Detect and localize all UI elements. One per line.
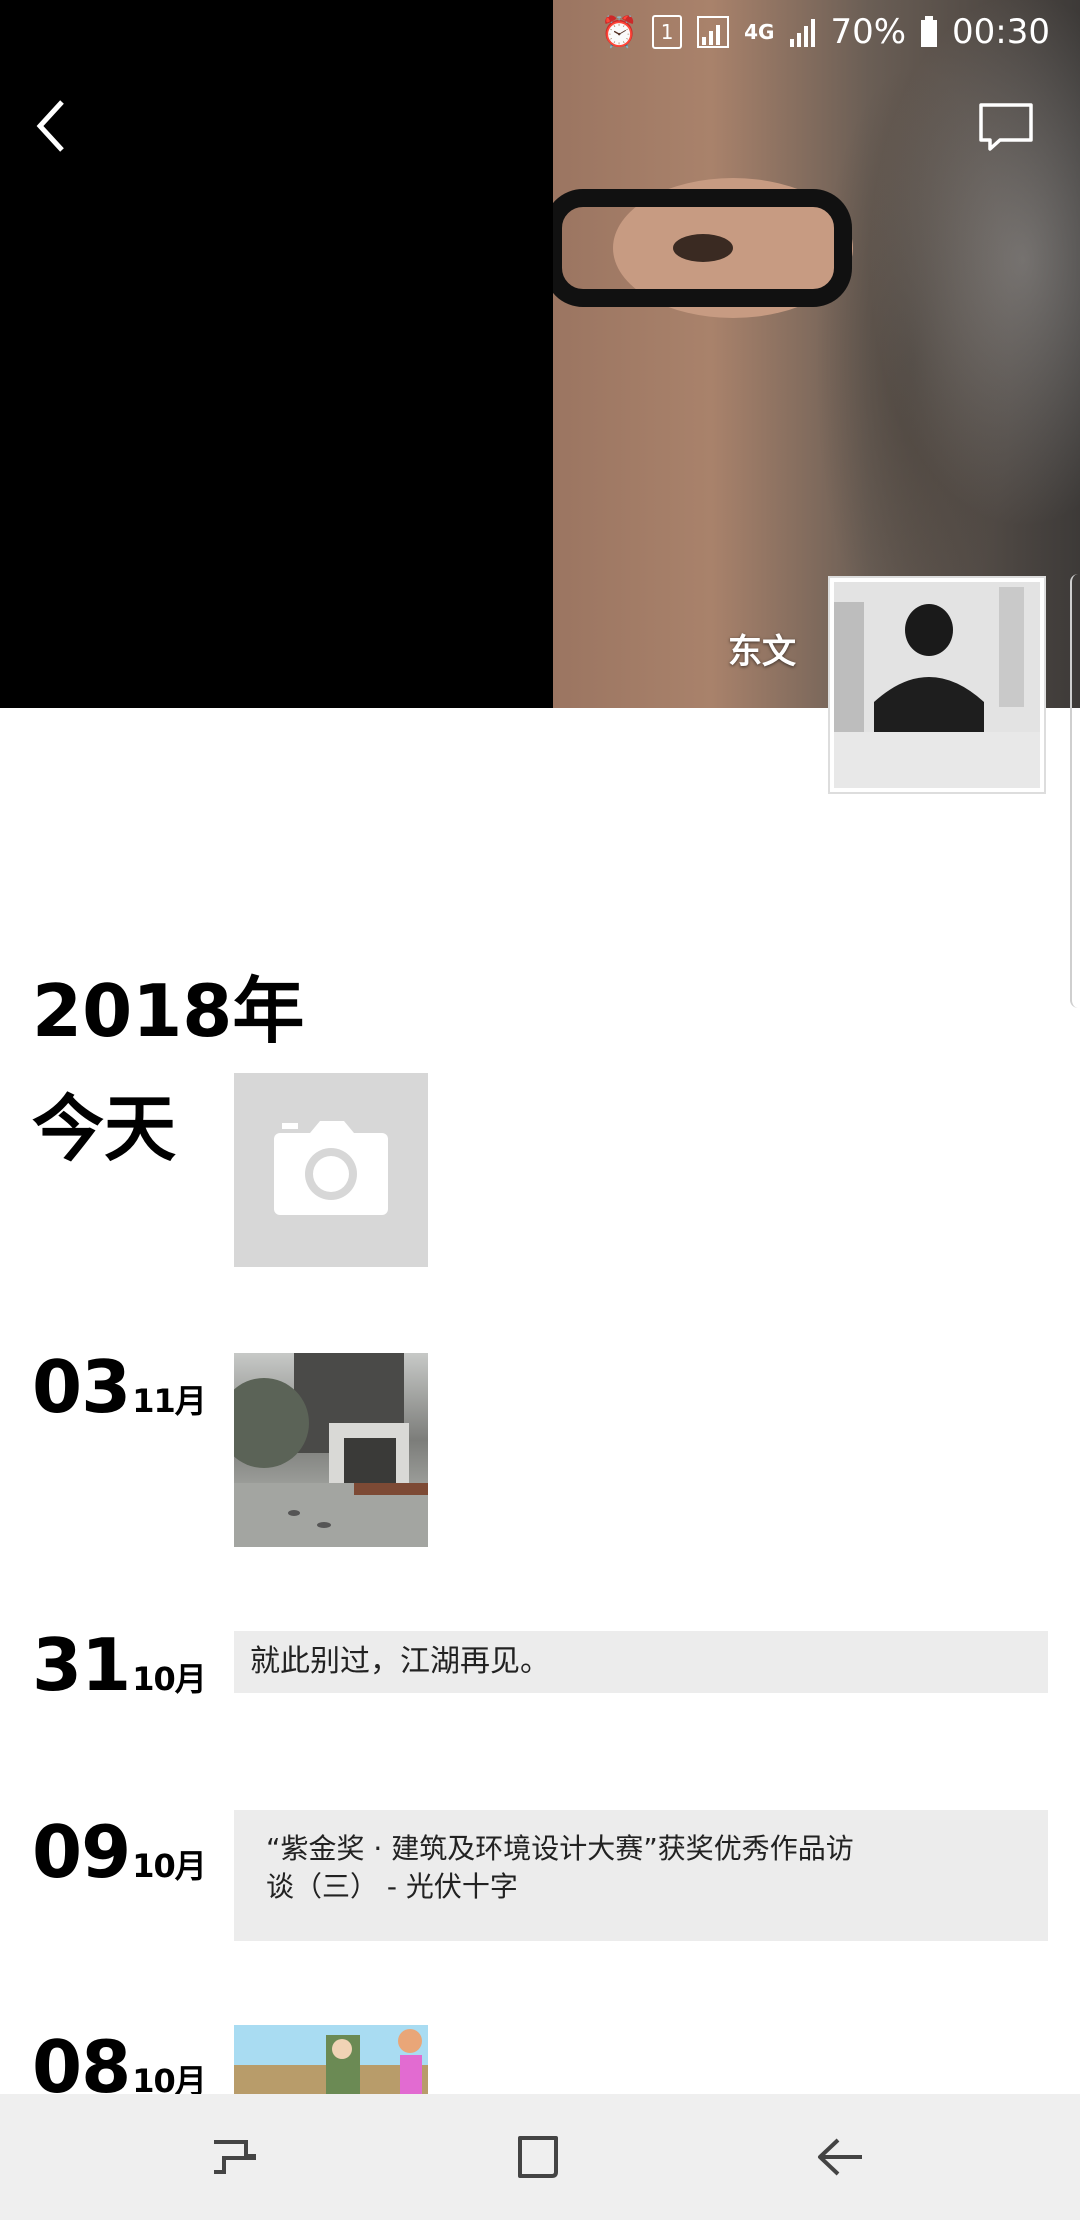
entry-date: 0810月 xyxy=(32,2025,207,2094)
sim-1-icon: 1 xyxy=(652,15,683,49)
post-image[interactable] xyxy=(234,2025,428,2094)
entry-date: 3110月 xyxy=(32,1623,207,1707)
entry-month: 10月 xyxy=(132,1660,207,1698)
entry-month: 10月 xyxy=(132,2062,207,2094)
scrollbar[interactable] xyxy=(1070,574,1080,1008)
chevron-left-icon[interactable] xyxy=(32,96,72,156)
back-icon[interactable] xyxy=(810,2132,870,2182)
entry-date: 0311月 xyxy=(32,1345,207,1429)
entry-month: 11月 xyxy=(132,1382,207,1420)
entry-month: 10月 xyxy=(132,1847,207,1885)
signal-icon xyxy=(697,16,730,48)
battery-icon xyxy=(921,16,938,47)
network-type: 4G xyxy=(744,20,775,44)
home-icon[interactable] xyxy=(508,2132,568,2182)
clock: 00:30 xyxy=(952,12,1050,52)
system-nav-bar xyxy=(0,2094,1080,2220)
entry-day: 09 xyxy=(32,1810,131,1894)
camera-icon xyxy=(274,1121,388,1215)
year-heading: 2018年 xyxy=(32,969,305,1053)
post-text-line: 谈（三） - 光伏十字 xyxy=(266,1870,518,1903)
avatar-photo xyxy=(834,582,1040,788)
moments-page: ⏰ 1 4G 70% 00:30 东文 2018年 今天 0311月 3110月… xyxy=(0,0,1080,2094)
text-post[interactable]: 就此别过，江湖再见。 xyxy=(234,1631,1048,1693)
alarm-icon: ⏰ xyxy=(600,14,639,50)
signal-icon-2 xyxy=(790,19,816,47)
today-label: 今天 xyxy=(32,1087,177,1171)
recent-apps-icon[interactable] xyxy=(206,2132,266,2182)
status-bar: ⏰ 1 4G 70% 00:30 xyxy=(601,10,1050,54)
glasses-shape xyxy=(553,178,853,318)
post-image[interactable] xyxy=(234,1353,428,1547)
entry-day: 31 xyxy=(32,1623,131,1707)
cartoon-photo xyxy=(234,2025,428,2094)
entry-date: 0910月 xyxy=(32,1810,207,1894)
entry-day: 08 xyxy=(32,2025,131,2094)
profile-name: 东文 xyxy=(728,632,796,672)
shared-article-post[interactable]: “紫金奖 · 建筑及环境设计大赛”获奖优秀作品访 谈（三） - 光伏十字 xyxy=(234,1810,1048,1941)
post-text-line: “紫金奖 · 建筑及环境设计大赛”获奖优秀作品访 xyxy=(266,1832,854,1865)
battery-percent: 70% xyxy=(830,12,907,52)
avatar[interactable] xyxy=(828,576,1046,794)
entry-day: 03 xyxy=(32,1345,131,1429)
post-text: 就此别过，江湖再见。 xyxy=(250,1644,550,1679)
building-photo xyxy=(234,1353,428,1547)
post-photo-button[interactable] xyxy=(234,1073,428,1267)
comment-bubble-icon[interactable] xyxy=(978,102,1034,152)
